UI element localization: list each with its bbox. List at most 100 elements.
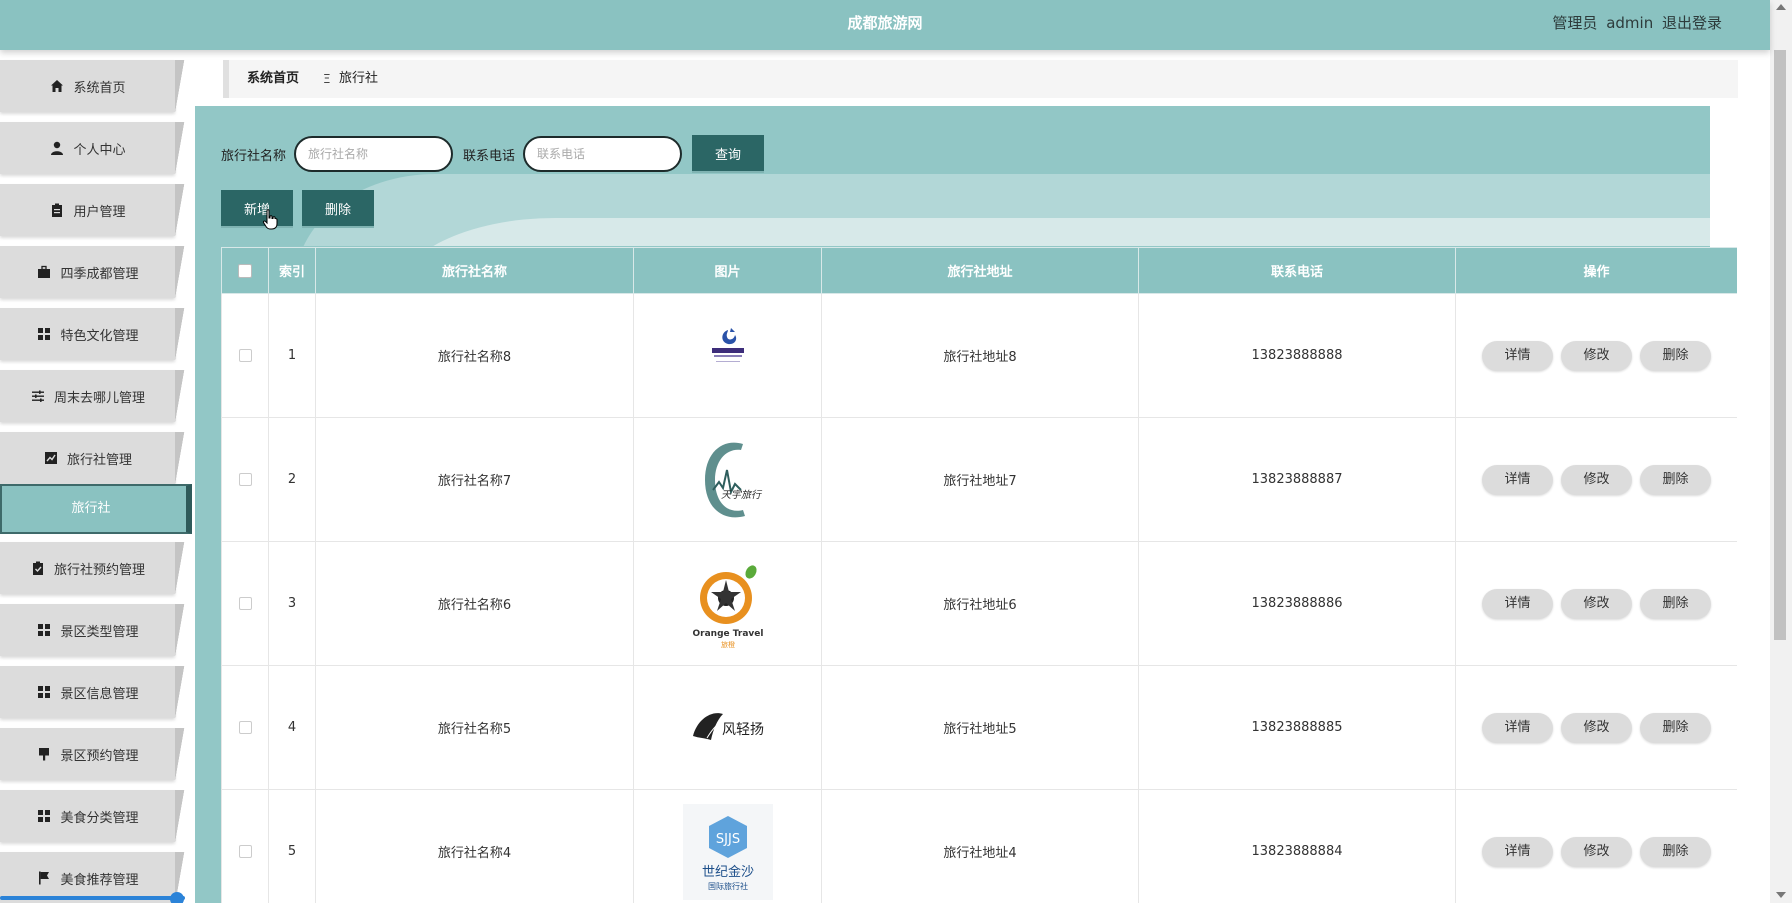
agency-logo-image: 天宇旅行 [704,442,762,517]
table-row: 2 旅行社名称7 天宇旅行 旅行社地址7 13823888887 详情 修改 删除 [221,417,1737,542]
detail-button[interactable]: 详情 [1482,464,1553,495]
sidebar-item-agency[interactable]: 旅行社管理 [0,432,192,486]
delete-button[interactable]: 删除 [1640,836,1711,867]
delete-button[interactable]: 删除 [1640,712,1711,743]
detail-button[interactable]: 详情 [1482,836,1553,867]
detail-button[interactable]: 详情 [1482,712,1553,743]
sidebar: 系统首页 个人中心 用户管理 四季成都管理 特色文化管理 周末去哪儿管理 旅行社… [0,58,195,903]
sidebar-item-personal[interactable]: 个人中心 [0,122,192,176]
column-header: 索引 [268,247,316,294]
select-all-checkbox[interactable] [238,263,252,278]
batch-delete-button[interactable]: 删除 [302,190,374,228]
sidebar-item-label: 旅行社预约管理 [53,562,145,578]
sidebar-item-label: 景区预约管理 [60,748,139,764]
delete-button[interactable]: 删除 [1640,340,1711,371]
sidebar-item-scenic-type[interactable]: 景区类型管理 [0,604,192,658]
delete-button[interactable]: 删除 [1640,588,1711,619]
sidebar-item-label: 特色文化管理 [60,328,139,344]
grid-icon [38,328,51,340]
phone-input[interactable] [523,136,683,172]
briefcase-icon [38,265,51,278]
logout-link[interactable]: 退出登录 [1662,14,1722,32]
row-index: 3 [268,541,316,666]
edit-button[interactable]: 修改 [1561,464,1632,495]
edit-button[interactable]: 修改 [1561,588,1632,619]
row-index: 1 [268,293,316,418]
breadcrumb-separator-icon: Ξ [323,72,331,86]
row-checkbox[interactable] [238,845,252,858]
row-checkbox[interactable] [238,721,252,734]
scrollbar-thumb[interactable] [1774,50,1786,640]
sidebar-item-label: 四季成都管理 [60,266,139,282]
agency-logo-image [711,327,744,362]
select-all-cell [221,247,269,294]
agency-name-input[interactable] [294,136,454,172]
row-checkbox[interactable] [238,349,252,362]
row-actions: 详情 修改 删除 [1455,789,1737,903]
row-agency-address: 旅行社地址8 [821,293,1139,418]
clipboard-icon [52,203,63,217]
edit-button[interactable]: 修改 [1561,836,1632,867]
scroll-up-icon[interactable] [1776,4,1786,10]
agency-logo-image: SJJS 世纪金沙 国际旅行社 [682,803,773,900]
edit-button[interactable]: 修改 [1561,712,1632,743]
logo-text: 国际旅行社 [708,881,748,891]
checklist-icon [32,561,43,575]
sidebar-item-culture[interactable]: 特色文化管理 [0,308,192,362]
sidebar-item-home[interactable]: 系统首页 [0,60,192,114]
detail-button[interactable]: 详情 [1482,588,1553,619]
row-agency-name: 旅行社名称5 [315,665,634,790]
detail-button[interactable]: 详情 [1482,340,1553,371]
agency-logo-image: Orange Travel 旅橙 [692,564,763,649]
row-agency-address: 旅行社地址5 [821,665,1139,790]
sidebar-item-agency-booking[interactable]: 旅行社预约管理 [0,542,192,596]
scroll-down-icon[interactable] [1776,892,1786,898]
row-image-cell: 天宇旅行 [633,417,822,542]
sidebar-item-scenic-booking[interactable]: 景区预约管理 [0,728,192,782]
row-agency-address: 旅行社地址6 [821,541,1139,666]
top-header: 成都旅游网 管理员 admin 退出登录 [0,0,1770,50]
row-agency-address: 旅行社地址4 [821,789,1139,903]
delete-button[interactable]: 删除 [1640,464,1711,495]
sidebar-item-label: 美食推荐管理 [60,872,139,888]
sidebar-item-label: 用户管理 [73,204,126,220]
sidebar-item-food-category[interactable]: 美食分类管理 [0,790,192,844]
sidebar-item-label: 景区信息管理 [60,686,139,702]
agency-table: 索引 旅行社名称 图片 旅行社地址 联系电话 操作 1 旅行社名称8 旅行社地址… [221,247,1737,903]
row-agency-name: 旅行社名称8 [315,293,634,418]
grid-icon [38,624,51,636]
row-agency-phone: 13823888887 [1138,417,1456,542]
chart-icon [44,452,57,464]
logo-text: Orange Travel [692,629,763,639]
sidebar-item-label: 周末去哪儿管理 [53,390,145,406]
decorative-waves [195,106,1710,246]
add-button[interactable]: 新增 [221,190,293,228]
query-button[interactable]: 查询 [692,135,765,173]
sidebar-scroll-handle[interactable] [170,892,184,903]
row-checkbox[interactable] [238,473,252,486]
row-actions: 详情 修改 删除 [1455,665,1737,790]
column-header: 操作 [1455,247,1737,294]
sidebar-item-scenic-info[interactable]: 景区信息管理 [0,666,192,720]
sidebar-subitem-label: 旅行社 [71,501,111,516]
edit-button[interactable]: 修改 [1561,340,1632,371]
phone-label: 联系电话 [463,148,516,164]
row-agency-name: 旅行社名称7 [315,417,634,542]
breadcrumb-home[interactable]: 系统首页 [247,60,299,98]
sidebar-scrollbar[interactable] [0,896,185,900]
column-header: 旅行社名称 [315,247,634,294]
row-checkbox[interactable] [238,597,252,610]
user-role: 管理员 [1552,14,1598,32]
agency-name-label: 旅行社名称 [221,148,287,164]
sidebar-item-seasons[interactable]: 四季成都管理 [0,246,192,300]
sidebar-subitem-agency[interactable]: 旅行社 [0,484,192,534]
grid-icon [38,686,51,698]
sliders-icon [31,390,44,402]
row-agency-name: 旅行社名称4 [315,789,634,903]
page-scrollbar[interactable] [1770,0,1792,903]
sidebar-item-weekend[interactable]: 周末去哪儿管理 [0,370,192,424]
sidebar-item-users[interactable]: 用户管理 [0,184,192,238]
brush-icon [39,748,50,761]
user-info: 管理员 admin 退出登录 [1548,0,1722,46]
site-title: 成都旅游网 [847,14,923,32]
